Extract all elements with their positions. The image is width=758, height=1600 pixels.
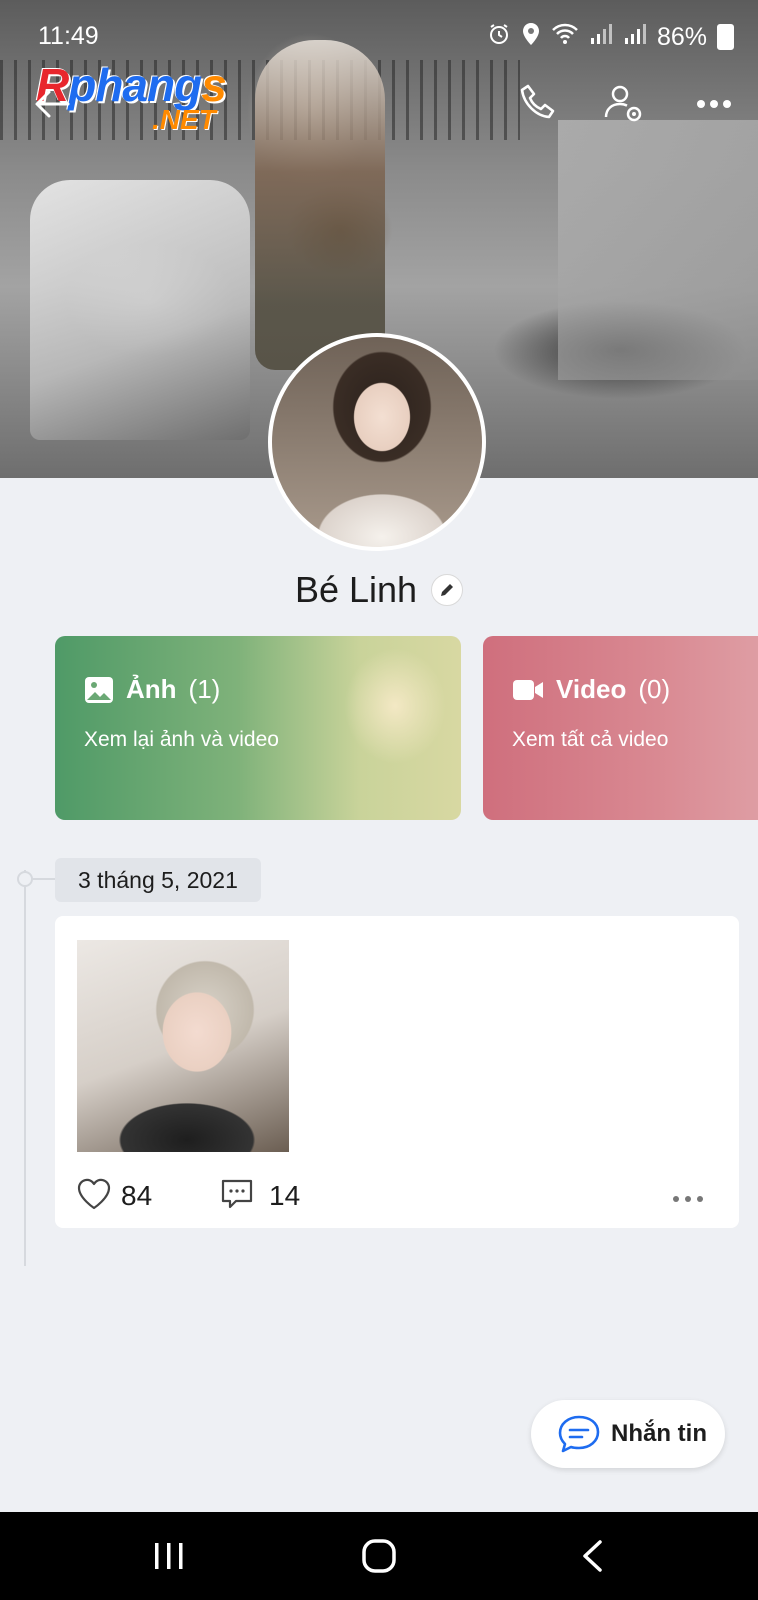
video-card-subtitle: Xem tất cả video — [512, 728, 669, 751]
post-photo[interactable] — [77, 940, 289, 1152]
photos-card-head: Ảnh (1) — [84, 674, 220, 705]
post-more-icon[interactable] — [672, 1190, 704, 1208]
signal-icon — [589, 22, 613, 52]
home-icon[interactable] — [357, 1534, 401, 1578]
timeline-connector — [31, 878, 55, 880]
post-card: 84 14 — [55, 916, 739, 1228]
user-settings-icon[interactable] — [602, 82, 646, 126]
battery-icon — [717, 24, 734, 50]
message-button-label: Nhắn tin — [611, 1420, 707, 1447]
status-bar: 11:49 86% — [0, 14, 758, 58]
video-card-count: (0) — [638, 674, 671, 704]
wifi-icon — [551, 22, 579, 52]
back-arrow-icon[interactable] — [30, 82, 74, 126]
more-icon[interactable] — [692, 82, 736, 126]
status-icons: 86% — [487, 22, 734, 52]
comment-icon[interactable] — [220, 1178, 254, 1215]
watermark-sub: .NET — [152, 104, 216, 135]
battery-percent: 86% — [656, 22, 707, 51]
phone-icon[interactable] — [516, 80, 560, 124]
status-time: 11:49 — [38, 22, 99, 50]
photos-card-subtitle: Xem lại ảnh và video — [84, 728, 279, 751]
chat-bubble-icon — [558, 1415, 600, 1453]
photos-album-card[interactable]: Ảnh (1) Xem lại ảnh và video — [55, 636, 461, 820]
system-nav-bar — [0, 1512, 758, 1600]
recent-apps-icon[interactable] — [147, 1534, 191, 1578]
profile-name-row: Bé Linh — [0, 562, 758, 618]
video-card-head: Video (0) — [512, 674, 670, 705]
message-button[interactable]: Nhắn tin — [531, 1400, 725, 1468]
post-actions: 84 14 — [77, 1178, 717, 1214]
timeline-date: 3 tháng 5, 2021 — [55, 858, 261, 902]
comment-count: 14 — [269, 1180, 301, 1211]
cover-street — [558, 120, 758, 380]
photos-card-title: Ảnh — [126, 674, 177, 704]
profile-name: Bé Linh — [294, 569, 418, 610]
like-count: 84 — [121, 1180, 153, 1211]
pencil-icon — [441, 584, 454, 596]
system-back-icon[interactable] — [570, 1534, 614, 1578]
alarm-icon — [487, 22, 511, 52]
video-card-title: Video — [556, 674, 627, 704]
image-icon — [85, 676, 113, 703]
signal-icon — [623, 22, 647, 52]
location-icon — [521, 22, 541, 52]
video-camera-icon — [513, 679, 543, 700]
photos-card-count: (1) — [188, 674, 221, 704]
cover-scooter — [30, 180, 250, 440]
heart-icon[interactable] — [77, 1178, 111, 1215]
profile-avatar[interactable] — [268, 333, 486, 551]
edit-name-button[interactable] — [431, 574, 464, 606]
video-album-card[interactable]: Video (0) Xem tất cả video — [483, 636, 758, 820]
cover-person — [255, 40, 385, 370]
timeline-line — [24, 870, 26, 1266]
